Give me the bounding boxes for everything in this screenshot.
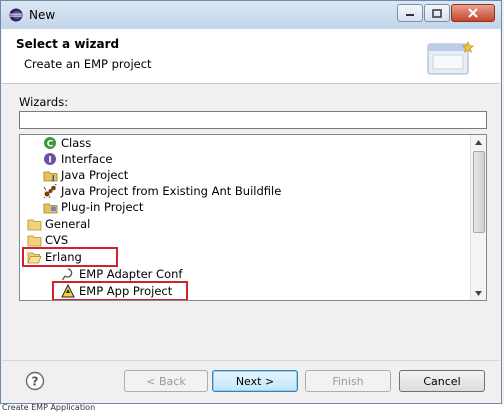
maximize-icon [432,8,442,18]
title-bar[interactable]: New [1,1,501,29]
java-interface-icon: I [42,151,58,167]
tree-item-label: Plug-in Project [61,200,144,214]
wizard-tree[interactable]: C Class I Interface J Java Project Java … [19,134,487,301]
page-description: Create an EMP project [24,57,152,71]
scroll-thumb[interactable] [473,151,485,233]
folder-icon [26,232,42,248]
close-button[interactable] [451,4,495,22]
tree-item-label: CVS [45,233,69,247]
erlang-highlight-box [22,247,118,267]
scroll-down-button[interactable] [471,286,486,300]
tree-item-general[interactable]: General [26,216,90,232]
eclipse-icon [9,8,23,22]
back-button[interactable]: < Back [124,370,208,392]
svg-text:I: I [48,156,51,166]
wizard-filter-input[interactable] [19,111,487,129]
minimize-button[interactable] [397,4,423,22]
background-strip: Create EMP Application [0,404,504,412]
adapter-conf-icon [60,266,76,282]
background-cut-text: Create EMP Application [2,404,96,412]
svg-text:J: J [51,174,55,182]
help-icon[interactable]: ? [25,371,45,391]
chevron-down-icon [475,290,482,296]
svg-text:?: ? [32,375,39,389]
page-title: Select a wizard [16,37,120,51]
maximize-button[interactable] [424,4,450,22]
next-button[interactable]: Next > [212,370,298,392]
tree-item-interface[interactable]: I Interface [42,151,113,167]
vertical-scrollbar[interactable] [470,135,486,300]
finish-button[interactable]: Finish [305,370,391,392]
tree-item-class[interactable]: C Class [42,135,91,151]
tree-item-label: EMP Adapter Conf [79,267,183,281]
chevron-up-icon [475,139,482,145]
cancel-button[interactable]: Cancel [399,370,485,392]
close-icon [468,8,478,18]
tree-item-label: Class [61,136,92,150]
svg-text:C: C [47,140,54,150]
tree-item-cvs[interactable]: CVS [26,232,68,248]
tree-item-label: General [45,217,91,231]
tree-item-ant-project[interactable]: Java Project from Existing Ant Buildfile [42,183,281,199]
tree-item-label: Java Project from Existing Ant Buildfile [61,184,282,198]
minimize-icon [406,14,414,16]
wizard-header: Select a wizard Create an EMP project [2,29,500,84]
tree-item-plugin-project[interactable]: Plug-in Project [42,199,143,215]
scroll-up-button[interactable] [471,135,486,149]
tree-item-java-project[interactable]: J Java Project [42,167,128,183]
new-wizard-dialog: New Select a wizard Create an EMP projec… [0,0,502,404]
tree-item-label: Java Project [61,168,129,182]
ant-project-icon [42,183,58,199]
window-title: New [29,8,56,22]
wizards-label: Wizards: [19,95,69,109]
footer-divider [2,360,500,361]
java-project-icon: J [42,167,58,183]
new-wizard-banner-icon [427,41,475,75]
folder-icon [26,216,42,232]
java-class-icon: C [42,135,58,151]
emp-app-project-highlight-box [52,281,188,300]
tree-item-label: Interface [61,152,113,166]
plugin-project-icon [42,199,58,215]
tree-item-emp-adapter-conf[interactable]: EMP Adapter Conf [60,266,182,282]
